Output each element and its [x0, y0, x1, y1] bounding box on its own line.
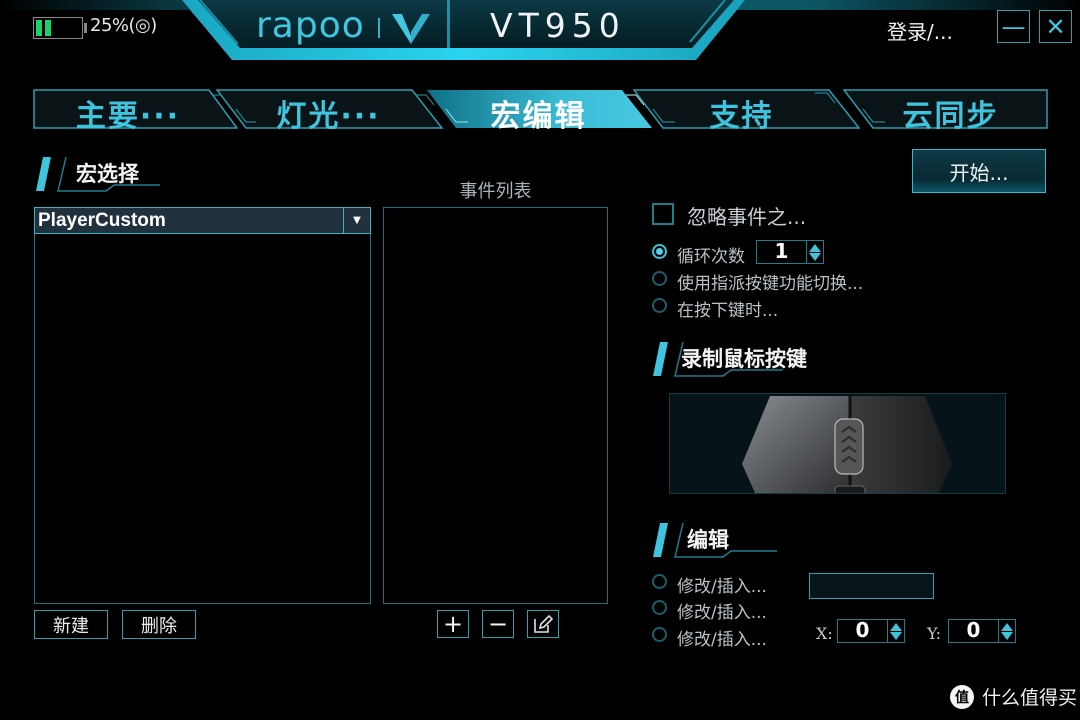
delete-macro-button[interactable]: 删除: [122, 610, 196, 639]
tab-support[interactable]: 支持: [633, 89, 861, 134]
edit-mode-1-label: 修改/插入...: [677, 577, 767, 597]
radio-edit-mode-2[interactable]: [652, 600, 667, 615]
arrow-down-icon[interactable]: [890, 631, 902, 640]
radio-toggle-assigned-key[interactable]: [652, 271, 667, 286]
edit-heading: 编辑: [653, 521, 783, 561]
while-pressed-label: 在按下键时...: [677, 301, 779, 321]
macro-select-heading: 宏选择: [36, 155, 216, 195]
mouse-preview[interactable]: [669, 393, 1006, 494]
main-tabs: 主要··· 灯光··· 宏编辑 支持 云同步: [33, 89, 1048, 134]
loop-count-value[interactable]: 1: [757, 241, 806, 263]
event-list-title: 事件列表: [459, 181, 532, 202]
close-button[interactable]: ✕: [1039, 10, 1072, 43]
battery-level: [36, 20, 51, 36]
battery-indicator: [33, 17, 83, 39]
minimize-button[interactable]: —: [997, 10, 1030, 43]
y-coordinate-arrows[interactable]: [998, 620, 1015, 642]
battery-percent-label: 25%(◎): [90, 15, 157, 36]
chevron-down-icon[interactable]: ▼: [343, 208, 370, 233]
wireless-signal-icon: (◎): [128, 15, 158, 36]
brand-separator: [378, 18, 380, 38]
macro-dropdown[interactable]: PlayerCustom ▼: [34, 207, 371, 234]
x-coordinate-value[interactable]: 0: [838, 620, 887, 642]
edit-value-input[interactable]: [809, 573, 934, 599]
ignore-events-checkbox[interactable]: [652, 203, 674, 225]
close-icon: ✕: [1045, 12, 1066, 41]
arrow-up-icon[interactable]: [1001, 622, 1013, 631]
y-coordinate-value[interactable]: 0: [949, 620, 998, 642]
loop-count-arrows[interactable]: [806, 241, 823, 263]
watermark-logo-icon: 值: [950, 684, 974, 709]
x-coordinate-stepper[interactable]: 0: [837, 619, 905, 643]
add-event-button[interactable]: +: [437, 610, 469, 638]
tab-cloud-sync[interactable]: 云同步: [843, 89, 1048, 134]
arrow-down-icon[interactable]: [1001, 631, 1013, 640]
radio-edit-mode-1[interactable]: [652, 574, 667, 589]
edit-mode-2-label: 修改/插入...: [677, 603, 767, 623]
arrow-up-icon[interactable]: [890, 622, 902, 631]
edit-mode-3-label: 修改/插入...: [677, 630, 767, 650]
y-coordinate-stepper[interactable]: 0: [948, 619, 1016, 643]
radio-loop-count[interactable]: [652, 244, 667, 259]
plus-icon: +: [442, 610, 464, 638]
macro-dropdown-value: PlayerCustom: [38, 210, 166, 231]
login-link[interactable]: 登录/...: [887, 16, 953, 45]
model-name: VT950: [490, 6, 626, 45]
radio-edit-mode-3[interactable]: [652, 627, 667, 642]
edit-pencil-icon: [534, 614, 554, 633]
toggle-assigned-key-label: 使用指派按键功能切换...: [677, 274, 864, 294]
x-coordinate-arrows[interactable]: [887, 620, 904, 642]
tab-main[interactable]: 主要···: [33, 89, 238, 134]
tab-lighting[interactable]: 灯光···: [216, 89, 444, 134]
arrow-up-icon[interactable]: [809, 243, 821, 252]
loop-count-stepper[interactable]: 1: [756, 240, 824, 264]
minimize-icon: —: [1001, 12, 1026, 41]
arrow-down-icon[interactable]: [809, 252, 821, 261]
v-logo-icon: [392, 14, 430, 44]
new-macro-button[interactable]: 新建: [34, 610, 108, 639]
brand-logo: rapoo: [256, 5, 365, 46]
remove-event-button[interactable]: −: [482, 610, 514, 638]
ignore-events-label: 忽略事件之...: [687, 205, 807, 229]
start-record-button[interactable]: 开始...: [912, 149, 1046, 193]
x-coordinate-label: X:: [816, 624, 833, 643]
event-list[interactable]: [383, 207, 608, 604]
tab-macro-edit[interactable]: 宏编辑: [426, 89, 652, 134]
y-coordinate-label: Y:: [927, 624, 941, 643]
macro-list[interactable]: [34, 207, 371, 604]
record-mouse-heading: 录制鼠标按键: [653, 340, 853, 380]
edit-event-button[interactable]: [527, 610, 559, 638]
minus-icon: −: [487, 610, 509, 638]
battery-nub: [84, 23, 87, 33]
loop-count-label: 循环次数: [677, 247, 745, 267]
radio-while-pressed[interactable]: [652, 298, 667, 313]
watermark-text: 什么值得买: [982, 687, 1078, 709]
mouse-image: [742, 396, 952, 493]
watermark: 值 什么值得买: [950, 683, 1077, 710]
